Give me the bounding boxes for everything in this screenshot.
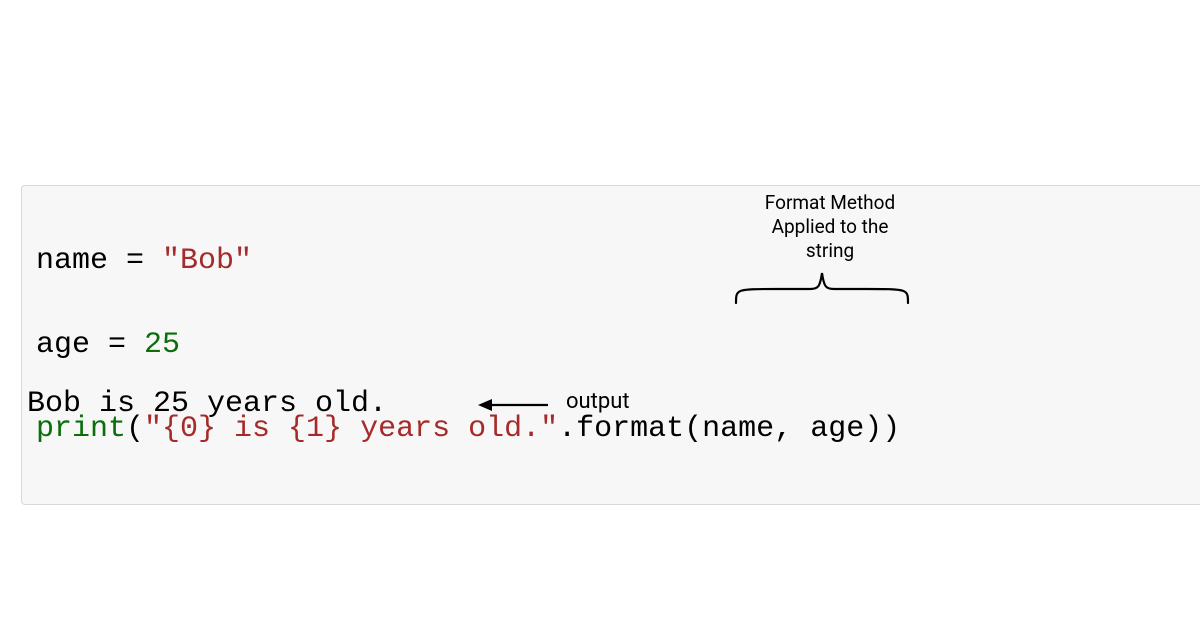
code-token-comma: , (774, 412, 810, 446)
annotation-format-method: Format Method Applied to the string (740, 191, 920, 262)
code-token-arg: name (702, 412, 774, 446)
curly-brace-icon (732, 267, 912, 305)
code-token-str: "Bob" (162, 244, 252, 278)
code-token-paren: )) (864, 412, 900, 446)
annotation-line: Format Method (740, 191, 920, 215)
code-token-paren: ( (684, 412, 702, 446)
code-token-op: = (108, 244, 162, 278)
code-line-2: age = 25 (36, 324, 1186, 366)
code-token-dot: . (558, 412, 576, 446)
code-token-op: = (90, 328, 144, 362)
code-token-method: format (576, 412, 684, 446)
code-line-1: name = "Bob" (36, 240, 1186, 282)
code-token-num: 25 (144, 328, 180, 362)
code-token-var: name (36, 244, 108, 278)
code-token-var: age (36, 328, 90, 362)
annotation-line: Applied to the (740, 215, 920, 239)
output-label: output (566, 389, 630, 414)
arrow-left-icon (478, 395, 548, 415)
annotation-line: string (740, 239, 920, 263)
program-output: Bob is 25 years old. (27, 387, 387, 421)
code-block: name = "Bob" age = 25 print("{0} is {1} … (21, 185, 1200, 505)
code-token-arg: age (810, 412, 864, 446)
